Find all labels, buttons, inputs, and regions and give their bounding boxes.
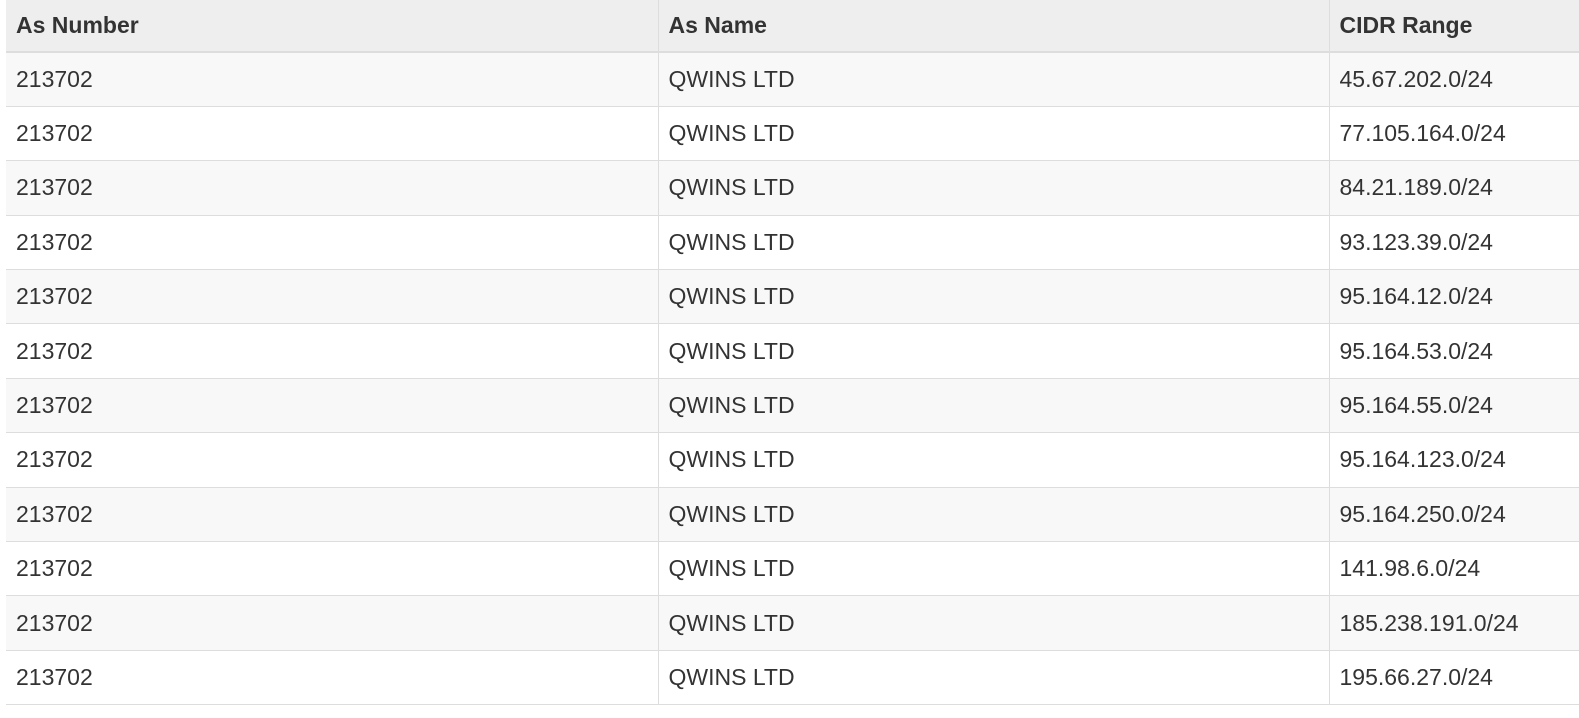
as-number-cell: 213702 [6, 432, 658, 488]
as-name-cell: QWINS LTD [657, 323, 1329, 379]
table-row: 213702 QWINS LTD 95.164.250.0/24 [6, 486, 1579, 542]
table-row: 213702 QWINS LTD 77.105.164.0/24 [6, 105, 1579, 161]
cidr-range-cell: 95.164.123.0/24 [1328, 432, 1579, 488]
as-number-cell: 213702 [6, 486, 658, 542]
table-body: 213702 QWINS LTD 45.67.202.0/24 213702 QWINS… [6, 52, 1579, 706]
cidr-range-cell: 95.164.12.0/24 [1328, 269, 1579, 324]
table-row: 213702 QWINS LTD 185.238.191.0/24 [6, 595, 1579, 651]
as-number-cell: 213702 [6, 214, 658, 270]
column-header-as-name[interactable]: As Name [657, 0, 1329, 53]
as-number-cell: 213702 [6, 52, 658, 107]
as-name-cell: QWINS LTD [657, 649, 1329, 706]
as-name-cell: QWINS LTD [657, 160, 1329, 216]
as-number-cell: 213702 [6, 541, 658, 596]
as-name-cell: QWINS LTD [657, 269, 1329, 324]
as-number-cell: 213702 [6, 377, 658, 433]
cidr-range-cell: 195.66.27.0/24 [1328, 649, 1579, 706]
as-number-cell: 213702 [6, 595, 658, 651]
table-row: 213702 QWINS LTD 95.164.123.0/24 [6, 432, 1579, 488]
table-row: 213702 QWINS LTD 141.98.6.0/24 [6, 541, 1579, 596]
table-row: 213702 QWINS LTD 195.66.27.0/24 [6, 649, 1579, 706]
column-header-cidr-range[interactable]: CIDR Range [1328, 0, 1579, 53]
as-name-cell: QWINS LTD [657, 105, 1329, 161]
as-number-cell: 213702 [6, 105, 658, 161]
cidr-range-cell: 84.21.189.0/24 [1328, 160, 1579, 216]
asn-table: As Number As Name CIDR Range 213702 QWINS… [6, 0, 1579, 706]
cidr-range-cell: 93.123.39.0/24 [1328, 214, 1579, 270]
table-row: 213702 QWINS LTD 84.21.189.0/24 [6, 160, 1579, 216]
cidr-range-cell: 95.164.250.0/24 [1328, 486, 1579, 542]
table-row: 213702 QWINS LTD 95.164.55.0/24 [6, 377, 1579, 433]
as-name-cell: QWINS LTD [657, 486, 1329, 542]
as-name-cell: QWINS LTD [657, 595, 1329, 651]
table-row: 213702 QWINS LTD 95.164.53.0/24 [6, 323, 1579, 379]
as-number-cell: 213702 [6, 160, 658, 216]
as-name-cell: QWINS LTD [657, 432, 1329, 488]
as-number-cell: 213702 [6, 649, 658, 706]
cidr-range-cell: 95.164.55.0/24 [1328, 377, 1579, 433]
as-name-cell: QWINS LTD [657, 377, 1329, 433]
table-row: 213702 QWINS LTD 95.164.12.0/24 [6, 269, 1579, 324]
as-name-cell: QWINS LTD [657, 52, 1329, 107]
header-row: As Number As Name CIDR Range [6, 0, 1579, 53]
table-header: As Number As Name CIDR Range [6, 0, 1579, 53]
as-number-cell: 213702 [6, 323, 658, 379]
as-name-cell: QWINS LTD [657, 214, 1329, 270]
as-name-cell: QWINS LTD [657, 541, 1329, 596]
column-header-as-number[interactable]: As Number [6, 0, 658, 53]
as-number-cell: 213702 [6, 269, 658, 324]
asn-table-container: As Number As Name CIDR Range 213702 QWINS… [6, 0, 1579, 706]
cidr-range-cell: 141.98.6.0/24 [1328, 541, 1579, 596]
cidr-range-cell: 185.238.191.0/24 [1328, 595, 1579, 651]
cidr-range-cell: 45.67.202.0/24 [1328, 52, 1579, 107]
table-row: 213702 QWINS LTD 45.67.202.0/24 [6, 52, 1579, 107]
cidr-range-cell: 77.105.164.0/24 [1328, 105, 1579, 161]
table-row: 213702 QWINS LTD 93.123.39.0/24 [6, 214, 1579, 270]
cidr-range-cell: 95.164.53.0/24 [1328, 323, 1579, 379]
